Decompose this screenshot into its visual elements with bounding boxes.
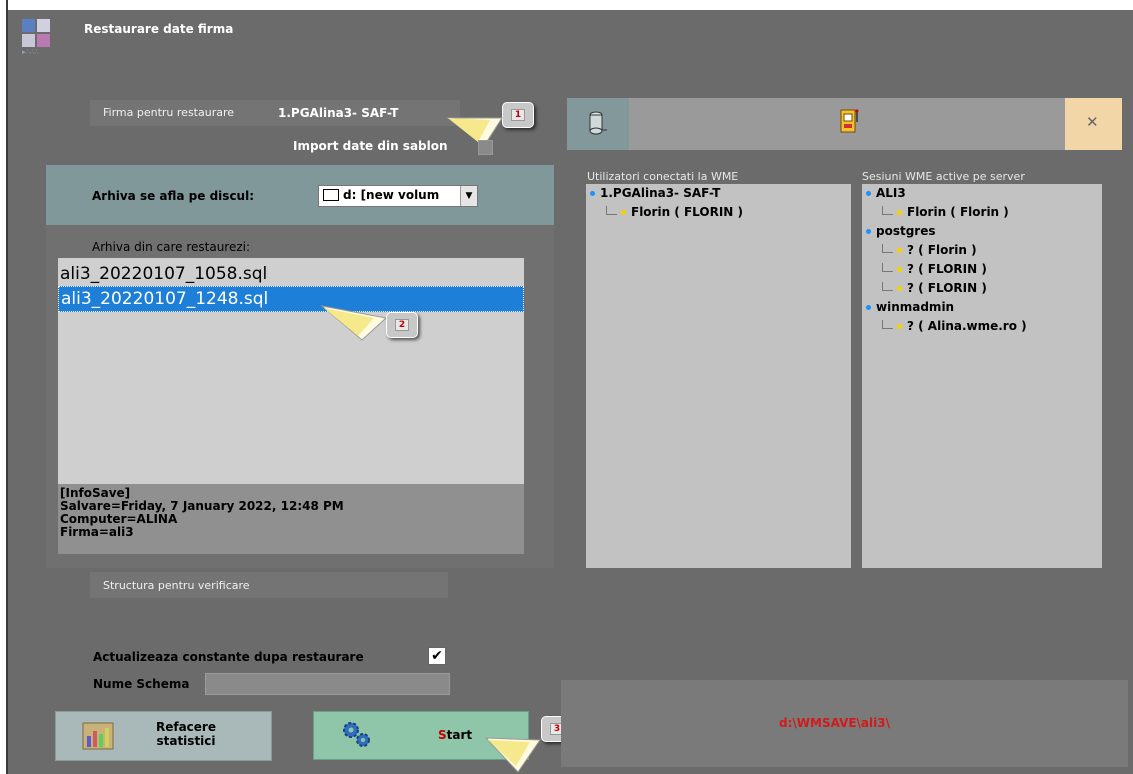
window-left-edge	[0, 0, 8, 774]
refacere-label-1: Refacere	[155, 720, 216, 734]
tree-connector-icon	[882, 319, 893, 329]
callout-pointer-2	[320, 305, 388, 341]
tree-node-label: Florin ( Florin )	[907, 205, 1009, 219]
node-bullet-icon	[590, 190, 595, 196]
utilizatori-tree[interactable]	[586, 184, 851, 568]
schema-label: Nume Schema	[93, 677, 190, 691]
node-bullet-icon	[866, 228, 871, 234]
structura-label: Structura pentru verificare	[103, 579, 250, 592]
close-button[interactable]: ✕	[1065, 98, 1122, 150]
tree-connector-icon	[882, 281, 893, 291]
gears-icon	[343, 722, 370, 747]
sesiuni-header: Sesiuni WME active pe server	[862, 170, 1025, 183]
actualizeaza-checkbox[interactable]: ✔	[428, 647, 446, 665]
callout-1: 1	[502, 102, 534, 128]
app-icon: ▸∴∴∴	[20, 17, 54, 57]
disc-select-value: d: [new volum	[343, 188, 440, 202]
close-icon: ✕	[1086, 113, 1099, 131]
session-bullet-icon	[897, 209, 902, 215]
schema-input[interactable]	[205, 673, 450, 695]
database-button[interactable]	[567, 98, 629, 150]
tree-node-label: ? ( Alina.wme.ro )	[907, 319, 1027, 333]
refacere-statistici-button[interactable]: Refacere statistici	[55, 711, 272, 761]
session-bullet-icon	[897, 266, 902, 272]
callout-pointer-1	[446, 117, 503, 147]
svg-text:▸∴∴∴: ▸∴∴∴	[22, 48, 39, 56]
utilizatori-tree-items: 1.PGAlina3- SAF-T Florin ( FLORIN )	[586, 184, 743, 222]
tree-child-node[interactable]: Florin ( Florin )	[862, 203, 1027, 222]
structura-field[interactable]: Structura pentru verificare	[90, 572, 448, 598]
tree-connector-icon	[882, 262, 893, 272]
tree-node-label: postgres	[876, 224, 936, 238]
chart-icon	[82, 722, 114, 750]
tree-node[interactable]: ALI3	[862, 184, 1027, 203]
node-bullet-icon	[866, 304, 871, 310]
tree-node-label: 1.PGAlina3- SAF-T	[600, 186, 721, 200]
session-manager-button[interactable]	[838, 106, 862, 136]
tree-node[interactable]: postgres	[862, 222, 1027, 241]
tree-child-node[interactable]: ? ( FLORIN )	[862, 260, 1027, 279]
session-bullet-icon	[897, 285, 902, 291]
start-label-accent: S	[438, 728, 447, 742]
right-toolbar	[567, 98, 1065, 150]
archive-file-item-selected[interactable]: ali3_20220107_1248.sql	[58, 286, 524, 312]
sesiuni-tree-items: ALI3 Florin ( Florin ) postgres ? ( Florin …	[862, 184, 1027, 336]
tree-node-label: Florin ( FLORIN )	[631, 205, 743, 219]
tree-child-node[interactable]: ? ( Florin )	[862, 241, 1027, 260]
tree-connector-icon	[882, 205, 893, 215]
disc-select[interactable]: d: [new volum ▼	[318, 185, 478, 207]
tree-node[interactable]: winmadmin	[862, 298, 1027, 317]
tree-connector-icon	[882, 243, 893, 253]
tree-node-label: winmadmin	[876, 300, 955, 314]
path-panel: d:\WMSAVE\ali3\	[561, 680, 1128, 767]
tree-node[interactable]: 1.PGAlina3- SAF-T	[586, 184, 743, 203]
node-bullet-icon	[866, 190, 871, 196]
disc-label: Arhiva se afla pe discul:	[92, 189, 255, 203]
start-label: tart	[446, 728, 473, 742]
archive-list[interactable]: ali3_20220107_1058.sql ali3_20220107_124…	[58, 258, 524, 484]
callout-pointer-3	[484, 737, 541, 773]
info-line: Firma=ali3	[60, 525, 134, 539]
actualizeaza-label: Actualizeaza constante dupa restaurare	[93, 650, 364, 664]
import-label: Import date din sablon	[293, 139, 448, 153]
session-bullet-icon	[621, 209, 626, 215]
firma-row[interactable]: Firma pentru restaurare 1.PGAlina3- SAF-…	[90, 100, 460, 126]
path-text: d:\WMSAVE\ali3\	[779, 716, 890, 730]
firma-label: Firma pentru restaurare	[103, 106, 235, 119]
drive-icon	[323, 189, 339, 201]
window-title: Restaurare date firma	[84, 22, 234, 36]
tree-child-node[interactable]: Florin ( FLORIN )	[586, 203, 743, 222]
tree-child-node[interactable]: ? ( FLORIN )	[862, 279, 1027, 298]
database-icon	[589, 111, 607, 135]
session-bullet-icon	[897, 247, 902, 253]
refacere-label-2: statistici	[156, 734, 216, 748]
tree-connector-icon	[606, 205, 617, 215]
chevron-down-icon[interactable]: ▼	[460, 186, 477, 206]
import-checkbox[interactable]	[478, 140, 493, 155]
tree-node-label: ? ( Florin )	[907, 243, 977, 257]
archive-label: Arhiva din care restaurezi:	[92, 240, 251, 254]
utilizatori-header: Utilizatori conectati la WME	[587, 170, 739, 183]
callout-2: 2	[386, 312, 418, 338]
archive-file-item[interactable]: ali3_20220107_1058.sql	[58, 262, 524, 286]
tree-child-node[interactable]: ? ( Alina.wme.ro )	[862, 317, 1027, 336]
info-text: [InfoSave] Salvare=Friday, 7 January 202…	[60, 487, 344, 539]
tree-node-label: ? ( FLORIN )	[907, 262, 987, 276]
session-bullet-icon	[897, 323, 902, 329]
slot-machine-icon	[840, 109, 859, 133]
tree-node-label: ALI3	[876, 186, 906, 200]
tree-node-label: ? ( FLORIN )	[907, 281, 987, 295]
firma-value: 1.PGAlina3- SAF-T	[278, 106, 399, 120]
